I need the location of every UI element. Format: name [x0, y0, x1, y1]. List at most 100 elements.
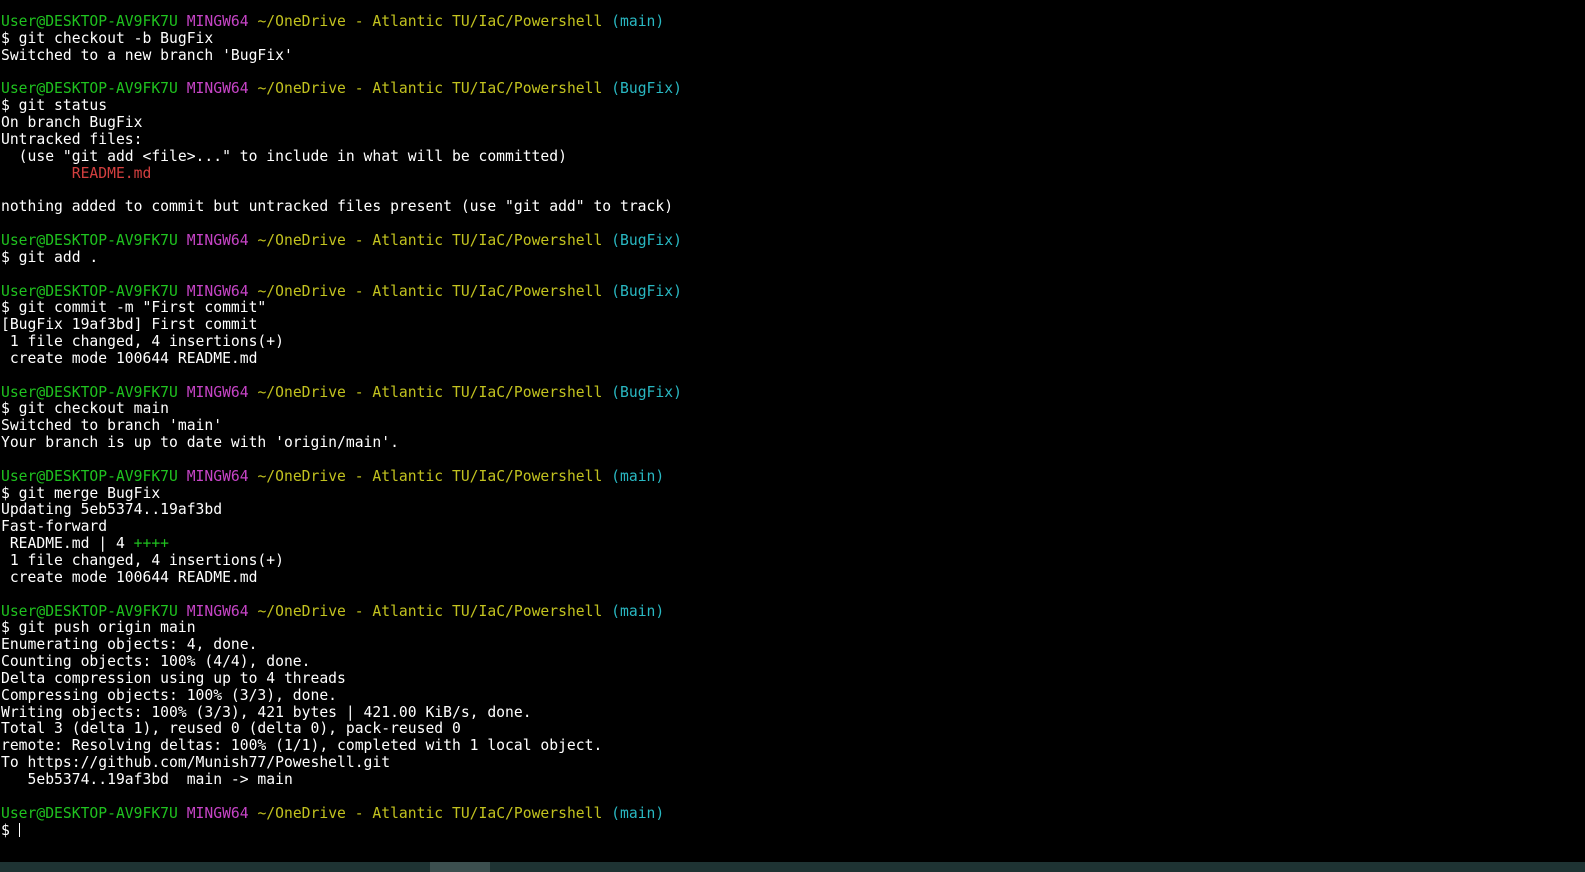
- terminal-line: User@DESKTOP-AV9FK7U MINGW64 ~/OneDrive …: [1, 467, 1561, 486]
- terminal-text-segment: On branch BugFix: [1, 114, 143, 132]
- terminal-line: User@DESKTOP-AV9FK7U MINGW64 ~/OneDrive …: [1, 231, 1561, 250]
- terminal-line: Switched to a new branch 'BugFix': [1, 46, 1561, 65]
- terminal-text-segment: (main): [611, 13, 665, 30]
- terminal-line: User@DESKTOP-AV9FK7U MINGW64 ~/OneDrive …: [1, 383, 1561, 402]
- terminal-text-segment: create mode 100644 README.md: [1, 349, 258, 367]
- terminal-text-segment: remote: Resolving deltas: 100% (1/1), co…: [1, 737, 603, 755]
- terminal-line: Updating 5eb5374..19af3bd: [1, 502, 1561, 519]
- terminal-line: (use "git add <file>..." to include in w…: [1, 147, 1561, 166]
- terminal-line: $ git checkout main: [1, 400, 1561, 418]
- terminal-text-segment: $ git status: [1, 97, 108, 115]
- terminal-output[interactable]: User@DESKTOP-AV9FK7U MINGW64 ~/OneDrive …: [1, 13, 1561, 854]
- terminal-line: $ git add .: [1, 248, 1561, 267]
- terminal-text-segment: (BugFix): [611, 383, 682, 401]
- terminal-line: Writing objects: 100% (3/3), 421 bytes |…: [1, 703, 1561, 722]
- terminal-line: $ git push origin main: [1, 619, 1561, 637]
- terminal-text-segment: ~/OneDrive - Atlantic TU/IaC/Powershell: [257, 231, 603, 249]
- terminal-text-segment: 1 file changed, 4 insertions(+): [1, 333, 284, 351]
- horizontal-scrollbar[interactable]: [0, 862, 1585, 872]
- terminal-text-segment: Writing objects: 100% (3/3), 421 bytes |…: [1, 703, 532, 721]
- terminal-text-segment: Total 3 (delta 1), reused 0 (delta 0), p…: [1, 720, 461, 738]
- terminal-text-segment: $ git push origin main: [1, 619, 196, 637]
- terminal-line: 1 file changed, 4 insertions(+): [1, 333, 1561, 351]
- terminal-line: Untracked files:: [1, 130, 1561, 149]
- terminal-text-segment: Switched to a new branch 'BugFix': [1, 46, 293, 64]
- prompt-line[interactable]: $: [1, 821, 1561, 840]
- terminal-text-segment: Delta compression using up to 4 threads: [1, 669, 346, 687]
- terminal-text-segment: (main): [611, 602, 665, 620]
- terminal-text-segment: $ git merge BugFix: [1, 484, 161, 502]
- terminal-line: $ git status: [1, 97, 1561, 115]
- terminal-text-segment: User@DESKTOP-AV9FK7U: [1, 13, 178, 30]
- text-cursor: [18, 822, 20, 837]
- terminal-text-segment: $ git commit -m "First commit": [1, 299, 267, 317]
- terminal-text-segment: ~/OneDrive - Atlantic TU/IaC/Powershell: [257, 602, 603, 620]
- terminal-text-segment: $ git add .: [1, 248, 99, 266]
- terminal-line: $ git commit -m "First commit": [1, 299, 1561, 317]
- terminal-text-segment: MINGW64: [186, 602, 249, 620]
- terminal-line: Counting objects: 100% (4/4), done.: [1, 653, 1561, 671]
- terminal-line: README.md | 4 ++++: [1, 535, 1561, 553]
- terminal-text-segment: MINGW64: [186, 282, 249, 300]
- terminal-line: User@DESKTOP-AV9FK7U MINGW64 ~/OneDrive …: [1, 602, 1561, 621]
- terminal-text-segment: $ git checkout main: [1, 400, 170, 418]
- terminal-text-segment: ~/OneDrive - Atlantic TU/IaC/Powershell: [257, 467, 603, 485]
- terminal-text-segment: README.md | 4: [1, 535, 134, 553]
- terminal-line: User@DESKTOP-AV9FK7U MINGW64 ~/OneDrive …: [1, 80, 1561, 98]
- terminal-text-segment: $ git checkout -b BugFix: [1, 29, 214, 47]
- terminal-line: Enumerating objects: 4, done.: [1, 636, 1561, 654]
- terminal-line: On branch BugFix: [1, 114, 1561, 132]
- terminal-line: create mode 100644 README.md: [1, 349, 1561, 368]
- terminal-line: Fast-forward: [1, 518, 1561, 536]
- terminal-text-segment: (BugFix): [611, 282, 682, 300]
- terminal-text-segment: User@DESKTOP-AV9FK7U: [1, 282, 178, 300]
- terminal-text-segment: To https://github.com/Munish77/Poweshell…: [1, 754, 391, 772]
- terminal-text-segment: ++++: [133, 535, 170, 553]
- prompt-symbol: $: [1, 821, 19, 839]
- terminal-text-segment: (use "git add <file>..." to include in w…: [1, 147, 567, 165]
- terminal-line: [BugFix 19af3bd] First commit: [1, 316, 1561, 334]
- terminal-line: 1 file changed, 4 insertions(+): [1, 552, 1561, 570]
- terminal-line: create mode 100644 README.md: [1, 569, 1561, 587]
- terminal-text-segment: 1 file changed, 4 insertions(+): [1, 552, 284, 569]
- terminal-line: README.md: [1, 164, 1561, 183]
- terminal-text-segment: Untracked files:: [1, 130, 143, 148]
- terminal-text-segment: Enumerating objects: 4, done.: [1, 636, 258, 654]
- terminal-text-segment: ~/OneDrive - Atlantic TU/IaC/Powershell: [257, 383, 603, 401]
- terminal-text-segment: User@DESKTOP-AV9FK7U: [1, 80, 178, 98]
- terminal-text-segment: MINGW64: [186, 804, 249, 822]
- terminal-text-segment: Fast-forward: [1, 518, 108, 536]
- terminal-text-segment: ~/OneDrive - Atlantic TU/IaC/Powershell: [257, 13, 603, 30]
- terminal-line: remote: Resolving deltas: 100% (1/1), co…: [1, 737, 1561, 755]
- terminal-text-segment: User@DESKTOP-AV9FK7U: [1, 804, 178, 822]
- terminal-line: $ git checkout -b BugFix: [1, 29, 1561, 48]
- terminal-text-segment: nothing added to commit but untracked fi…: [1, 198, 674, 216]
- terminal-text-segment: [BugFix 19af3bd] First commit: [1, 316, 258, 334]
- terminal-text-segment: User@DESKTOP-AV9FK7U: [1, 231, 178, 249]
- terminal-text-segment: Compressing objects: 100% (3/3), done.: [1, 686, 338, 704]
- scrollbar-thumb[interactable]: [430, 862, 490, 872]
- terminal-line: 5eb5374..19af3bd main -> main: [1, 771, 1561, 789]
- terminal-text-segment: README.md: [71, 164, 152, 182]
- terminal-text-segment: ~/OneDrive - Atlantic TU/IaC/Powershell: [257, 282, 603, 300]
- terminal-line: User@DESKTOP-AV9FK7U MINGW64 ~/OneDrive …: [1, 13, 1561, 31]
